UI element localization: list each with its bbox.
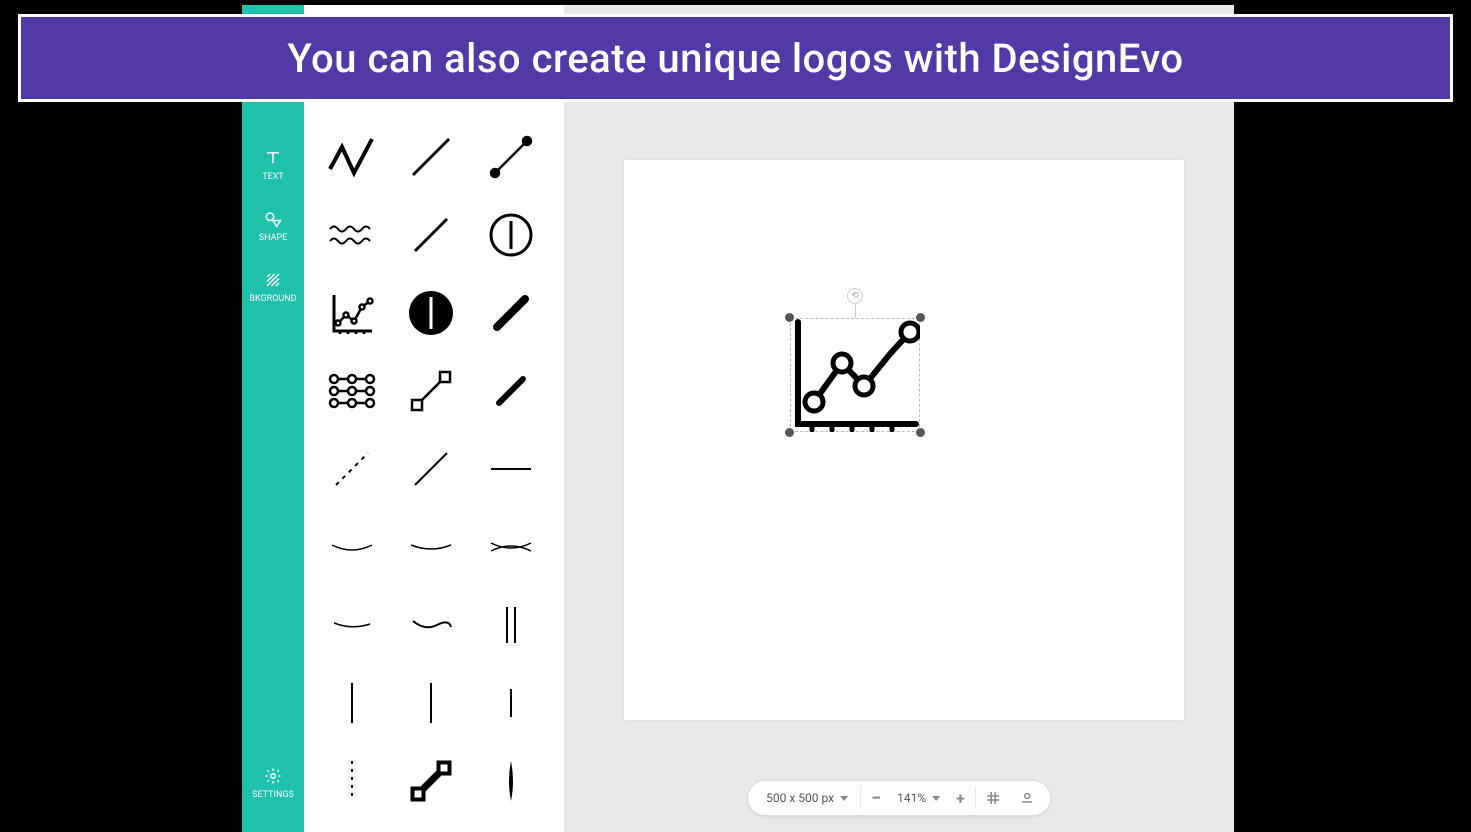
shape-connected-dots[interactable]: [320, 359, 384, 423]
canvas[interactable]: ⟲: [624, 160, 1184, 720]
shape-curve-down-left[interactable]: [320, 515, 384, 579]
shape-panel: [304, 5, 564, 832]
banner-text: You can also create unique logos with De…: [287, 35, 1183, 82]
sidebar-label: SHAPE: [259, 233, 288, 243]
shape-short-diagonal[interactable]: [479, 359, 543, 423]
shape-circle-bar[interactable]: [479, 203, 543, 267]
shape-thin-diagonal[interactable]: [399, 437, 463, 501]
canvas-size-value: 500 x 500 px: [766, 791, 834, 805]
shape-double-vertical[interactable]: [479, 593, 543, 657]
canvas-size-dropdown[interactable]: 500 x 500 px: [754, 781, 860, 815]
shape-wavy-double[interactable]: [320, 203, 384, 267]
shape-square-connector[interactable]: [399, 749, 463, 813]
zoom-value: 141%: [897, 791, 926, 805]
zoom-dropdown[interactable]: 141%: [891, 781, 946, 815]
sidebar: TEXT SHAPE BKGROUND SETTINGS: [242, 5, 304, 832]
bottom-toolbar: 500 x 500 px − 141% +: [747, 780, 1051, 816]
background-icon: [264, 271, 282, 289]
zoom-out-button[interactable]: −: [861, 781, 891, 815]
shape-thick-diagonal[interactable]: [479, 281, 543, 345]
sidebar-item-shape[interactable]: SHAPE: [242, 196, 304, 257]
app-window: TEXT SHAPE BKGROUND SETTINGS: [237, 0, 1239, 832]
shape-line-chart-axes[interactable]: [320, 281, 384, 345]
sidebar-label: BKGROUND: [249, 294, 296, 304]
shape-solid-circle-bar[interactable]: [399, 281, 463, 345]
shape-line-dot-endpoints[interactable]: [479, 125, 543, 189]
shape-flag-left[interactable]: [320, 827, 384, 832]
shape-square-endpoint-line[interactable]: [399, 359, 463, 423]
resize-handle-tr[interactable]: [916, 313, 925, 322]
rotate-connector-line: [855, 304, 856, 318]
shape-crossing-curves[interactable]: [479, 515, 543, 579]
chevron-down-icon: [932, 796, 940, 801]
shape-horizontal-line[interactable]: [479, 437, 543, 501]
shape-dashed-vertical[interactable]: [479, 827, 543, 832]
shape-diagonal-line[interactable]: [399, 125, 463, 189]
grid-toggle-button[interactable]: [976, 781, 1010, 815]
shape-zigzag-line[interactable]: [320, 125, 384, 189]
shape-vertical-line-2[interactable]: [399, 671, 463, 735]
gear-icon: [264, 767, 282, 785]
shape-curve-down-center[interactable]: [399, 515, 463, 579]
shape-icon: [264, 210, 282, 228]
sidebar-item-settings[interactable]: SETTINGS: [242, 753, 304, 814]
line-chart-icon[interactable]: [790, 318, 920, 432]
shape-dotted-vertical[interactable]: [320, 749, 384, 813]
sidebar-label: TEXT: [262, 172, 284, 182]
rotate-handle[interactable]: ⟲: [847, 288, 863, 304]
shape-diagonal-line-2[interactable]: [399, 203, 463, 267]
resize-handle-tl[interactable]: [785, 313, 794, 322]
shape-grid: [320, 125, 548, 832]
resize-handle-bl[interactable]: [785, 428, 794, 437]
sidebar-item-text[interactable]: TEXT: [242, 135, 304, 196]
shape-blade[interactable]: [479, 749, 543, 813]
layers-icon: [1020, 791, 1034, 805]
shape-swoosh-curve[interactable]: [399, 593, 463, 657]
banner: You can also create unique logos with De…: [18, 14, 1453, 102]
resize-handle-br[interactable]: [916, 428, 925, 437]
shape-dashed-diagonal[interactable]: [320, 437, 384, 501]
text-icon: [264, 149, 282, 167]
sidebar-item-background[interactable]: BKGROUND: [242, 257, 304, 318]
shape-curve-down-short[interactable]: [320, 593, 384, 657]
layers-button[interactable]: [1010, 781, 1044, 815]
zoom-in-button[interactable]: +: [946, 781, 975, 815]
grid-icon: [986, 791, 1000, 805]
sidebar-label: SETTINGS: [252, 790, 294, 800]
canvas-area[interactable]: ⟲ 500 x 500 px: [564, 5, 1234, 832]
shape-flag-right[interactable]: [399, 827, 463, 832]
shape-vertical-line[interactable]: [320, 671, 384, 735]
chevron-down-icon: [840, 796, 848, 801]
selected-element[interactable]: ⟲: [790, 318, 920, 432]
shape-short-vertical[interactable]: [479, 671, 543, 735]
